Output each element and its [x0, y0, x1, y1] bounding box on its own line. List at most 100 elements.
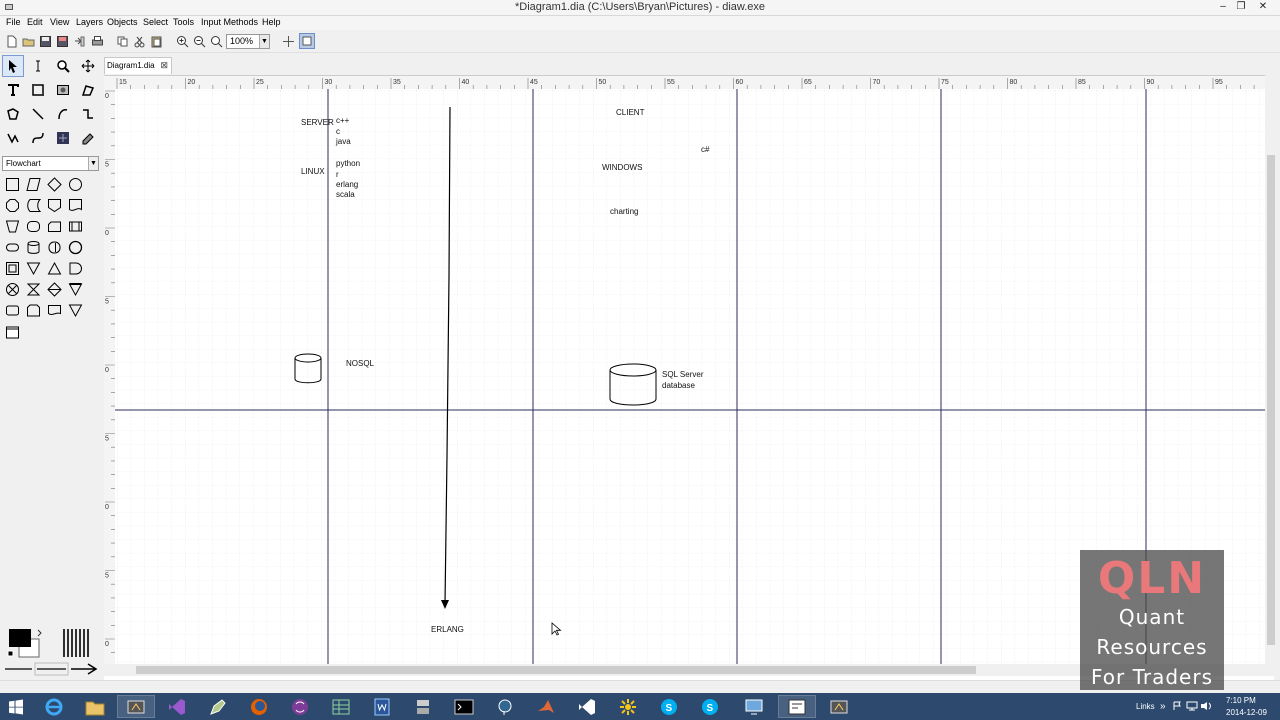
flowchart-connector-shape[interactable]: [66, 238, 85, 257]
linux-lang-3[interactable]: erlang: [336, 180, 358, 189]
client-label[interactable]: CLIENT: [616, 108, 645, 117]
text-tool[interactable]: [2, 79, 24, 101]
sheet-selector[interactable]: Flowchart ▼: [2, 156, 99, 171]
new-file-icon[interactable]: [5, 35, 18, 48]
linux-lang-2[interactable]: r: [336, 170, 339, 179]
server-lang-3[interactable]: java: [335, 137, 351, 146]
flowchart-display-shape[interactable]: [45, 301, 64, 320]
snap-grid-icon[interactable]: [282, 35, 295, 48]
taskbar-eclipse[interactable]: [281, 695, 319, 718]
flowchart-stored-data-shape[interactable]: [24, 196, 43, 215]
taskbar-dia-3[interactable]: [820, 695, 858, 718]
flowchart-document-shape[interactable]: [66, 196, 85, 215]
windows-label[interactable]: WINDOWS: [602, 163, 642, 172]
flowchart-annotation-shape[interactable]: [3, 323, 22, 342]
menu-help[interactable]: Help: [262, 17, 281, 27]
menu-file[interactable]: File: [6, 17, 21, 27]
taskbar-app-pencil[interactable]: [199, 695, 237, 718]
polyline-tool[interactable]: [2, 127, 24, 149]
flowchart-or-shape[interactable]: [66, 280, 85, 299]
sqlserver-label-line2[interactable]: database: [662, 381, 695, 390]
flowchart-card-shape[interactable]: [45, 217, 64, 236]
linux-label[interactable]: LINUX: [301, 167, 325, 176]
taskbar-network[interactable]: [404, 695, 442, 718]
flowchart-merge-shape[interactable]: [24, 259, 43, 278]
menu-view[interactable]: View: [50, 17, 69, 27]
minimize-button[interactable]: –: [1214, 0, 1232, 15]
charting-label[interactable]: charting: [610, 207, 638, 216]
taskbar-word[interactable]: [363, 695, 401, 718]
vertical-scroll-thumb[interactable]: [1267, 155, 1275, 645]
taskbar-ie[interactable]: [35, 695, 73, 718]
taskbar-skype-2[interactable]: S: [691, 695, 729, 718]
freehand-tool[interactable]: [77, 127, 99, 149]
server-lang-2[interactable]: c: [336, 127, 340, 136]
close-tab-icon[interactable]: ⊠: [160, 58, 168, 73]
arrow-style-selector-icon[interactable]: [3, 660, 99, 678]
scroll-tool[interactable]: [77, 55, 99, 77]
flowchart-sort-shape[interactable]: [45, 280, 64, 299]
taskbar-visual-studio[interactable]: [158, 695, 196, 718]
server-label[interactable]: SERVER: [301, 118, 334, 127]
flag-icon[interactable]: [1172, 701, 1182, 711]
flowchart-manual-input-shape[interactable]: [3, 259, 22, 278]
taskbar-matlab[interactable]: [527, 695, 565, 718]
tab-diagram1[interactable]: Diagram1.dia ⊠: [104, 57, 172, 74]
menu-select[interactable]: Select: [143, 17, 168, 27]
modify-tool[interactable]: [2, 55, 24, 77]
menu-objects[interactable]: Objects: [107, 17, 138, 27]
box-tool[interactable]: [27, 79, 49, 101]
save-icon[interactable]: [39, 35, 52, 48]
flowchart-extract-shape[interactable]: [45, 259, 64, 278]
flowchart-ellipse-shape[interactable]: [66, 175, 85, 194]
flowchart-manual-op-shape[interactable]: [3, 217, 22, 236]
start-button[interactable]: [0, 695, 32, 718]
server-lang-1[interactable]: c++: [336, 116, 350, 125]
zigzag-tool[interactable]: [77, 103, 99, 125]
cut-icon[interactable]: [133, 35, 146, 48]
nosql-label[interactable]: NOSQL: [346, 359, 375, 368]
zoom-fit-icon[interactable]: [210, 35, 223, 48]
taskbar-dia-1[interactable]: [117, 695, 155, 718]
taskbar-firefox[interactable]: [240, 695, 278, 718]
linux-lang-1[interactable]: python: [336, 159, 360, 168]
erlang-label[interactable]: ERLANG: [431, 625, 464, 634]
taskbar-visual-studio-2[interactable]: [568, 695, 606, 718]
flowchart-offpage-shape[interactable]: [45, 196, 64, 215]
linux-lang-4[interactable]: scala: [336, 190, 355, 199]
ellipse-tool[interactable]: [52, 127, 74, 149]
polygon-tool[interactable]: [2, 103, 24, 125]
links-toolbar[interactable]: Links: [1136, 702, 1155, 711]
flowchart-preparation-shape[interactable]: [24, 217, 43, 236]
network-status-icon[interactable]: [1186, 701, 1198, 711]
clock-date[interactable]: 2014-12-09: [1226, 708, 1267, 717]
flowchart-box-shape[interactable]: [3, 175, 22, 194]
taskbar-postgres[interactable]: [486, 695, 524, 718]
paste-icon[interactable]: [150, 35, 163, 48]
flowchart-predefined-process-shape[interactable]: [66, 217, 85, 236]
menu-tools[interactable]: Tools: [173, 17, 194, 27]
line-tool[interactable]: [27, 103, 49, 125]
taskbar-dia-2[interactable]: [778, 695, 816, 718]
flowchart-octagon-shape[interactable]: [3, 196, 22, 215]
flowchart-loop-limit-shape[interactable]: [24, 301, 43, 320]
chevron-down-icon[interactable]: ▼: [259, 35, 269, 48]
print-icon[interactable]: [91, 35, 104, 48]
vertical-scrollbar[interactable]: [1265, 75, 1277, 665]
flowchart-delay-shape[interactable]: [66, 259, 85, 278]
color-selector-icon[interactable]: [5, 627, 47, 661]
bezier-tool[interactable]: [27, 127, 49, 149]
taskbar-spreadsheet[interactable]: [322, 695, 360, 718]
taskbar-settings[interactable]: [609, 695, 647, 718]
taskbar-remote-desktop[interactable]: [735, 695, 773, 718]
save-as-icon[interactable]: [56, 35, 69, 48]
zoom-in-icon[interactable]: [176, 35, 189, 48]
flowchart-collate-shape[interactable]: [24, 280, 43, 299]
menu-edit[interactable]: Edit: [27, 17, 43, 27]
copy-icon[interactable]: [116, 35, 129, 48]
flowchart-summing-junction-shape[interactable]: [3, 280, 22, 299]
taskbar-cmd[interactable]: [445, 695, 483, 718]
clock-time[interactable]: 7:10 PM: [1226, 696, 1256, 705]
flowchart-magnetic-disk-shape[interactable]: [24, 238, 43, 257]
taskbar-skype[interactable]: S: [650, 695, 688, 718]
